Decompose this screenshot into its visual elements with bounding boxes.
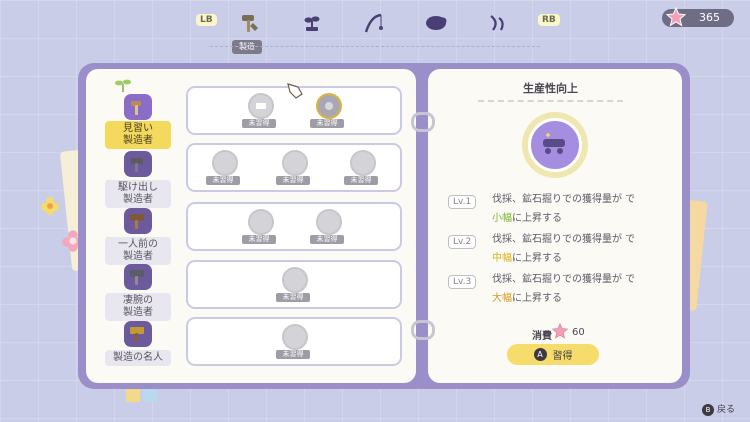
skill-badge <box>522 112 588 178</box>
skill-icon <box>248 93 274 119</box>
skill-icon <box>282 150 308 176</box>
skill-node[interactable]: 未習得 <box>242 209 276 245</box>
hammer-icon <box>242 15 258 32</box>
pointer-hand-icon <box>287 83 303 99</box>
bug-net-icon <box>490 15 504 31</box>
skill-badge-inner <box>528 118 582 172</box>
sheep-icon <box>426 16 447 30</box>
tab-divider <box>210 46 540 47</box>
tier-label-apprentice[interactable]: 見習い 製造者 <box>105 121 171 149</box>
learn-button[interactable]: A 習得 <box>507 344 599 365</box>
skill-node[interactable]: 未習得 <box>206 150 240 186</box>
b-button-icon: B <box>702 404 714 416</box>
skill-icon <box>248 209 274 235</box>
level-badge: Lv.1 <box>448 195 477 209</box>
top-tab-bar: LB RB 製造 <box>0 0 750 54</box>
skill-node[interactable]: 未習得 <box>276 150 310 186</box>
level-3-description: 伐採、鉱石掘りでの獲得量が で 大幅に上昇する <box>492 274 636 304</box>
skill-node-selected[interactable]: 未習得 <box>310 93 344 129</box>
tab-farming[interactable] <box>300 11 324 35</box>
skill-row-4: 未習得 <box>186 260 402 309</box>
binder-ring <box>411 112 435 132</box>
star-icon <box>551 322 569 339</box>
skill-node[interactable]: 未習得 <box>276 267 310 303</box>
tab-fishing[interactable] <box>362 11 386 35</box>
back-button[interactable]: B 戻る <box>702 402 735 416</box>
sprout-icon <box>304 16 320 31</box>
cost-label: 消費 <box>532 331 552 342</box>
tier-2-icon[interactable] <box>124 151 152 177</box>
tab-bug-catching[interactable] <box>486 11 510 35</box>
tier-label-expert[interactable]: 凄腕の 製造者 <box>105 293 171 321</box>
skill-icon <box>282 267 308 293</box>
skill-row-3: 未習得 未習得 <box>186 202 402 251</box>
tier-label-master[interactable]: 製造の名人 <box>105 350 171 366</box>
hammer-icon <box>130 214 144 229</box>
flower-icon <box>41 197 59 215</box>
skill-row-5: 未習得 <box>186 317 402 366</box>
skill-node[interactable]: 未習得 <box>242 93 276 129</box>
tier-5-icon[interactable] <box>124 321 152 347</box>
sprout-icon <box>115 79 131 92</box>
hammer-icon <box>130 270 144 285</box>
skill-node[interactable]: 未習得 <box>276 324 310 360</box>
level-badge: Lv.2 <box>448 235 477 249</box>
tab-ranching[interactable] <box>424 11 448 35</box>
skill-icon <box>350 150 376 176</box>
tier-label-beginner[interactable]: 駆け出し 製造者 <box>105 180 171 208</box>
points-value: 365 <box>699 11 720 24</box>
hammer-icon <box>131 101 141 115</box>
tier-1-icon[interactable] <box>124 94 152 120</box>
star-icon <box>665 6 687 27</box>
level-badge: Lv.3 <box>448 275 477 289</box>
a-button-icon: A <box>533 348 547 361</box>
binder-ring <box>411 320 435 340</box>
skill-node[interactable]: 未習得 <box>310 209 344 245</box>
hammer-icon <box>130 327 144 342</box>
active-tab-label: 製造 <box>232 40 262 54</box>
skill-title: 生産性向上 <box>478 80 623 102</box>
tier-label-journeyman[interactable]: 一人前の 製造者 <box>105 237 171 265</box>
level-1-description: 伐採、鉱石掘りでの獲得量が で 小幅に上昇する <box>492 194 636 224</box>
skill-row-2: 未習得 未習得 未習得 <box>186 143 402 192</box>
lb-hint[interactable]: LB <box>196 14 217 26</box>
fishing-rod-icon <box>364 13 383 33</box>
rb-hint[interactable]: RB <box>538 14 560 26</box>
skill-node[interactable]: 未習得 <box>344 150 378 186</box>
skill-icon <box>316 209 342 235</box>
points-counter: 365 <box>662 6 734 27</box>
hammer-icon <box>131 158 143 172</box>
skill-icon <box>316 93 342 119</box>
skill-icon <box>212 150 238 176</box>
productivity-icon <box>543 133 565 154</box>
tier-3-icon[interactable] <box>124 208 152 234</box>
level-2-description: 伐採、鉱石掘りでの獲得量が で 中幅に上昇する <box>492 234 636 264</box>
cost-value: 60 <box>572 327 585 338</box>
tab-crafting[interactable] <box>238 11 262 35</box>
tier-4-icon[interactable] <box>124 264 152 290</box>
skill-icon <box>282 324 308 350</box>
